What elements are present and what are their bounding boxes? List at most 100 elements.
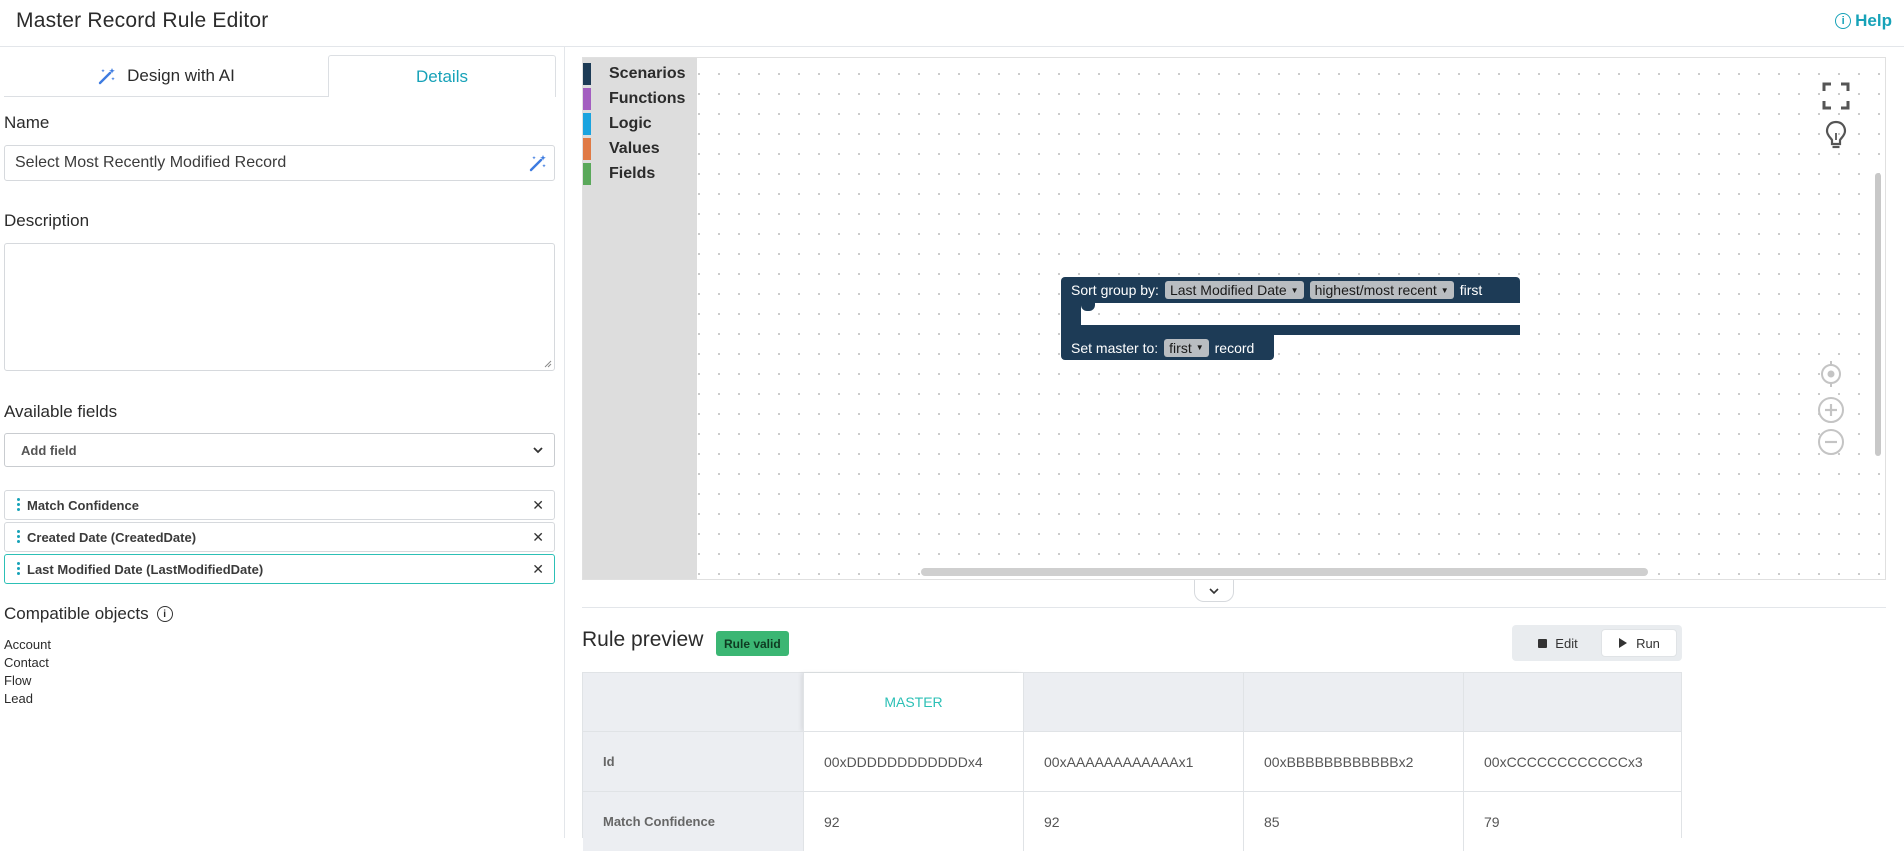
preview-table: MASTER Id 00xDDDDDDDDDDDDx4 00xAAAAAAAAA…	[582, 672, 1682, 851]
table-cell: 92	[1023, 791, 1243, 851]
status-badge: Rule valid	[716, 631, 789, 656]
help-label: Help	[1855, 11, 1892, 30]
edit-button[interactable]: Edit	[1518, 630, 1598, 656]
collapse-workspace-button[interactable]	[1194, 580, 1234, 602]
master-choice-dropdown[interactable]: first ▼	[1164, 338, 1209, 357]
rule-workspace[interactable]: Scenarios Functions Logic Values Fields …	[582, 57, 1886, 580]
tab-details[interactable]: Details	[328, 55, 556, 97]
table-header-blank	[583, 673, 803, 731]
compatible-objects-label: Compatible objects	[4, 604, 149, 623]
sort-field-dropdown[interactable]: Last Modified Date ▼	[1164, 281, 1304, 299]
block-toolbox: Scenarios Functions Logic Values Fields	[583, 58, 697, 579]
fullscreen-icon[interactable]	[1822, 82, 1850, 110]
list-item: Account	[4, 637, 51, 652]
table-cell: 79	[1463, 791, 1681, 851]
block-notch	[1081, 303, 1095, 311]
compatible-objects-heading: Compatible objects i	[4, 604, 173, 624]
add-field-placeholder: Add field	[21, 442, 77, 458]
remove-field-icon[interactable]: ✕	[532, 561, 544, 578]
block-statement-bottom	[1061, 325, 1520, 335]
app-header: Master Record Rule Editor i Help	[0, 0, 1904, 47]
name-input[interactable]: Select Most Recently Modified Record	[4, 145, 555, 181]
zoom-in-icon[interactable]	[1817, 396, 1845, 424]
toolbox-category-logic[interactable]: Logic	[583, 113, 652, 135]
toolbox-category-scenarios[interactable]: Scenarios	[583, 63, 685, 85]
field-label: Match Confidence	[27, 497, 139, 513]
row-label-id: Id	[583, 731, 803, 791]
tab-label: Design with AI	[127, 65, 235, 85]
sort-order-dropdown[interactable]: highest/most recent ▼	[1309, 281, 1454, 299]
edit-run-toggle: Edit Run	[1512, 625, 1682, 661]
block-text: record	[1214, 339, 1255, 356]
section-divider	[582, 607, 1886, 608]
table-header-blank	[1463, 673, 1681, 731]
category-color-bar	[583, 163, 591, 185]
category-label: Fields	[609, 165, 656, 182]
field-item-created-date[interactable]: Created Date (CreatedDate) ✕	[4, 522, 555, 552]
list-item: Lead	[4, 691, 33, 706]
remove-field-icon[interactable]: ✕	[532, 529, 544, 546]
sort-group-block[interactable]: Sort group by: Last Modified Date ▼ high…	[1061, 277, 1520, 303]
triangle-down-icon: ▼	[1440, 285, 1449, 295]
chevron-down-icon	[1209, 587, 1219, 594]
table-header-blank	[1243, 673, 1463, 731]
details-panel: Design with AI Details Name Select Most …	[0, 47, 565, 838]
tab-design-with-ai[interactable]: Design with AI	[4, 55, 328, 97]
table-cell: 00xDDDDDDDDDDDDx4	[803, 731, 1023, 791]
table-cell: 92	[803, 791, 1023, 851]
lightbulb-icon[interactable]	[1825, 120, 1847, 150]
help-link[interactable]: i Help	[1835, 11, 1892, 31]
compatible-objects-list: Account Contact Flow Lead	[4, 636, 51, 708]
magic-wand-icon	[98, 67, 115, 84]
block-statement-spine	[1061, 303, 1081, 325]
table-cell: 85	[1243, 791, 1463, 851]
edit-label: Edit	[1555, 635, 1578, 651]
resize-handle-icon[interactable]	[544, 360, 552, 368]
name-value: Select Most Recently Modified Record	[15, 154, 287, 171]
toolbox-category-functions[interactable]: Functions	[583, 88, 685, 110]
toolbox-category-values[interactable]: Values	[583, 138, 660, 160]
category-color-bar	[583, 63, 591, 85]
block-text: first	[1459, 282, 1483, 298]
play-icon	[1619, 638, 1628, 648]
drag-handle-icon[interactable]	[17, 562, 20, 576]
stop-icon	[1538, 638, 1548, 648]
remove-field-icon[interactable]: ✕	[532, 497, 544, 514]
info-icon[interactable]: i	[156, 606, 173, 622]
recenter-icon[interactable]	[1818, 361, 1844, 387]
category-label: Functions	[609, 90, 686, 107]
dropdown-value: first	[1169, 339, 1192, 356]
description-textarea[interactable]	[4, 243, 555, 371]
field-item-last-modified-date[interactable]: Last Modified Date (LastModifiedDate) ✕	[4, 554, 555, 584]
category-color-bar	[583, 88, 591, 110]
dropdown-value: highest/most recent	[1314, 282, 1437, 298]
block-text: Set master to:	[1071, 339, 1159, 356]
master-column-header: MASTER	[803, 673, 1023, 731]
zoom-out-icon[interactable]	[1817, 428, 1845, 456]
category-label: Logic	[609, 115, 652, 132]
vertical-scrollbar[interactable]	[1875, 173, 1881, 456]
category-label: Scenarios	[609, 65, 686, 82]
row-label-match-confidence: Match Confidence	[583, 791, 803, 851]
drag-handle-icon[interactable]	[17, 498, 20, 512]
page-title: Master Record Rule Editor	[16, 9, 269, 32]
list-item: Contact	[4, 655, 49, 670]
run-label: Run	[1636, 635, 1660, 651]
table-cell: 00xBBBBBBBBBBBBx2	[1243, 731, 1463, 791]
description-label: Description	[4, 211, 90, 230]
block-text: Sort group by:	[1071, 282, 1159, 298]
field-item-match-confidence[interactable]: Match Confidence ✕	[4, 490, 555, 520]
table-header-blank	[1023, 673, 1243, 731]
toolbox-category-fields[interactable]: Fields	[583, 163, 655, 185]
drag-handle-icon[interactable]	[17, 530, 20, 544]
run-button[interactable]: Run	[1601, 629, 1677, 657]
magic-wand-icon[interactable]	[528, 153, 548, 173]
tab-label: Details	[416, 66, 468, 86]
add-field-select[interactable]: Add field	[4, 433, 555, 467]
dropdown-value: Last Modified Date	[1169, 282, 1287, 298]
horizontal-scrollbar[interactable]	[921, 568, 1648, 576]
set-master-block[interactable]: Set master to: first ▼ record	[1061, 335, 1274, 360]
table-cell: 00xAAAAAAAAAAAAx1	[1023, 731, 1243, 791]
list-item: Flow	[4, 673, 32, 688]
field-label: Created Date (CreatedDate)	[27, 529, 197, 545]
